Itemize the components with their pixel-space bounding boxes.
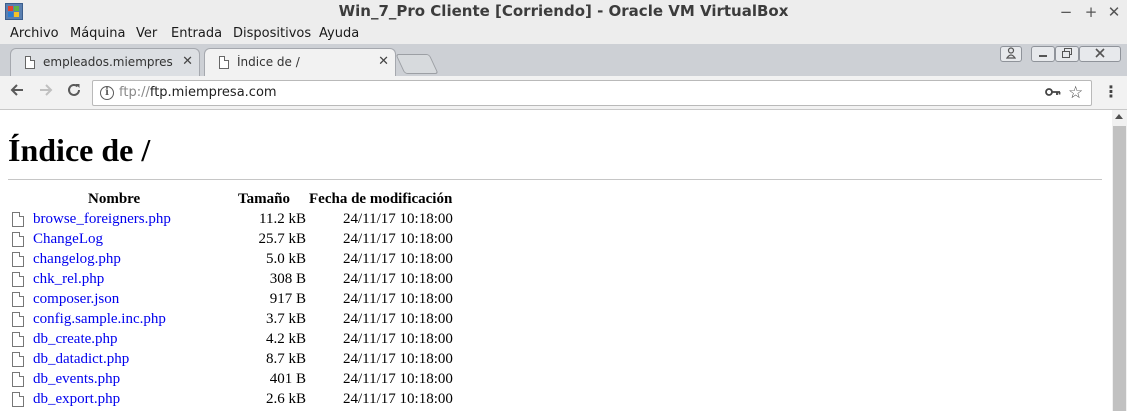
scroll-up-arrow-icon[interactable] <box>1115 114 1123 119</box>
file-size: 8.7 kB <box>265 351 306 367</box>
file-size: 2.6 kB <box>265 391 306 407</box>
vertical-scrollbar[interactable] <box>1112 110 1127 411</box>
file-date: 24/11/17 10:18:00 <box>343 251 453 267</box>
reload-icon[interactable] <box>64 82 84 103</box>
scrollbar-thumb[interactable] <box>1113 126 1126 411</box>
file-icon <box>12 212 24 227</box>
profile-icon[interactable] <box>1000 46 1022 62</box>
browser-tab-strip: empleados.miempresa.com ✕ Índice de / ✕ <box>0 44 1127 76</box>
file-date: 24/11/17 10:18:00 <box>343 211 453 227</box>
file-row: db_create.php 4.2 kB 24/11/17 10:18:00 <box>0 330 480 350</box>
browser-close-button[interactable] <box>1079 46 1121 62</box>
file-row: db_datadict.php 8.7 kB 24/11/17 10:18:00 <box>0 350 480 370</box>
tab-title: empleados.miempresa.com <box>43 55 173 69</box>
document-icon <box>219 56 229 69</box>
tab-close-icon[interactable]: ✕ <box>378 54 389 69</box>
file-link[interactable]: chk_rel.php <box>33 271 104 288</box>
url-text[interactable]: ftp://ftp.miempresa.com <box>119 85 277 100</box>
file-date: 24/11/17 10:18:00 <box>343 331 453 347</box>
chrome-menu-icon[interactable]: ⋮ <box>1103 82 1119 101</box>
file-row: chk_rel.php 308 B 24/11/17 10:18:00 <box>0 270 480 290</box>
forward-arrow-icon[interactable] <box>36 82 56 103</box>
tab-close-icon[interactable]: ✕ <box>182 54 193 69</box>
window-maximize-button[interactable]: + <box>1083 2 1099 22</box>
key-icon[interactable] <box>1045 85 1061 103</box>
page-title: Índice de / <box>8 132 151 168</box>
browser-restore-button[interactable] <box>1055 46 1079 62</box>
file-date: 24/11/17 10:18:00 <box>343 371 453 387</box>
file-link[interactable]: config.sample.inc.php <box>33 311 166 328</box>
file-size: 4.2 kB <box>265 331 306 347</box>
file-link[interactable]: browse_foreigners.php <box>33 211 171 228</box>
file-link[interactable]: composer.json <box>33 291 119 308</box>
tab-title: Índice de / <box>237 55 300 69</box>
browser-minimize-button[interactable] <box>1031 46 1055 62</box>
file-size: 308 B <box>269 271 306 287</box>
menu-ver[interactable]: Ver <box>136 26 157 41</box>
file-date: 24/11/17 10:18:00 <box>343 291 453 307</box>
file-row: db_export.php 2.6 kB 24/11/17 10:18:00 <box>0 390 480 410</box>
menu-maquina[interactable]: Máquina <box>70 26 126 41</box>
file-row: ChangeLog 25.7 kB 24/11/17 10:18:00 <box>0 230 480 250</box>
file-size: 5.0 kB <box>265 251 306 267</box>
file-row: db_events.php 401 B 24/11/17 10:18:00 <box>0 370 480 390</box>
tab-empleados[interactable]: empleados.miempresa.com ✕ <box>10 48 200 76</box>
file-link[interactable]: db_events.php <box>33 371 120 388</box>
menu-dispositivos[interactable]: Dispositivos <box>233 26 311 41</box>
window-titlebar: Win_7_Pro Cliente [Corriendo] - Oracle V… <box>0 0 1127 24</box>
file-icon <box>12 252 24 267</box>
back-arrow-icon[interactable] <box>7 82 27 103</box>
address-bar[interactable]: i ftp://ftp.miempresa.com ☆ <box>92 80 1092 106</box>
file-size: 11.2 kB <box>259 211 306 227</box>
column-header-date: Fecha de modificación <box>309 191 453 207</box>
column-header-name: Nombre <box>88 191 141 207</box>
file-date: 24/11/17 10:18:00 <box>343 351 453 367</box>
file-icon <box>12 392 24 407</box>
file-icon <box>12 272 24 287</box>
info-icon[interactable]: i <box>100 86 114 100</box>
file-icon <box>12 312 24 327</box>
file-size: 917 B <box>269 291 306 307</box>
window-close-button[interactable]: ✕ <box>1106 2 1122 22</box>
file-link[interactable]: changelog.php <box>33 251 121 268</box>
file-link[interactable]: ChangeLog <box>33 231 103 248</box>
browser-toolbar: i ftp://ftp.miempresa.com ☆ ⋮ <box>0 76 1127 110</box>
file-date: 24/11/17 10:18:00 <box>343 271 453 287</box>
tab-indice[interactable]: Índice de / ✕ <box>204 48 396 76</box>
file-icon <box>12 292 24 307</box>
file-size: 401 B <box>269 371 306 387</box>
file-row: changelog.php 5.0 kB 24/11/17 10:18:00 <box>0 250 480 270</box>
file-date: 24/11/17 10:18:00 <box>343 231 453 247</box>
file-row: composer.json 917 B 24/11/17 10:18:00 <box>0 290 480 310</box>
menu-archivo[interactable]: Archivo <box>10 26 59 41</box>
file-date: 24/11/17 10:18:00 <box>343 391 453 407</box>
menu-bar: Archivo Máquina Ver Entrada Dispositivos… <box>0 24 1127 44</box>
bookmark-star-icon[interactable]: ☆ <box>1068 83 1083 103</box>
page-content: Índice de / Nombre Tamaño Fecha de modif… <box>0 110 1112 411</box>
menu-entrada[interactable]: Entrada <box>171 26 222 41</box>
menu-ayuda[interactable]: Ayuda <box>319 26 359 41</box>
file-icon <box>12 232 24 247</box>
file-icon <box>12 332 24 347</box>
file-size: 3.7 kB <box>265 311 306 327</box>
file-icon <box>12 352 24 367</box>
file-icon <box>12 372 24 387</box>
divider <box>8 179 1102 180</box>
file-row: browse_foreigners.php 11.2 kB 24/11/17 1… <box>0 210 480 230</box>
file-size: 25.7 kB <box>258 231 306 247</box>
file-date: 24/11/17 10:18:00 <box>343 311 453 327</box>
window-minimize-button[interactable]: − <box>1058 2 1074 22</box>
document-icon <box>25 56 35 69</box>
new-tab-button[interactable] <box>395 54 439 74</box>
file-link[interactable]: db_create.php <box>33 331 118 348</box>
file-row: config.sample.inc.php 3.7 kB 24/11/17 10… <box>0 310 480 330</box>
window-title: Win_7_Pro Cliente [Corriendo] - Oracle V… <box>338 2 789 20</box>
file-link[interactable]: db_export.php <box>33 391 120 408</box>
column-header-size: Tamaño <box>238 191 290 207</box>
file-link[interactable]: db_datadict.php <box>33 351 129 368</box>
